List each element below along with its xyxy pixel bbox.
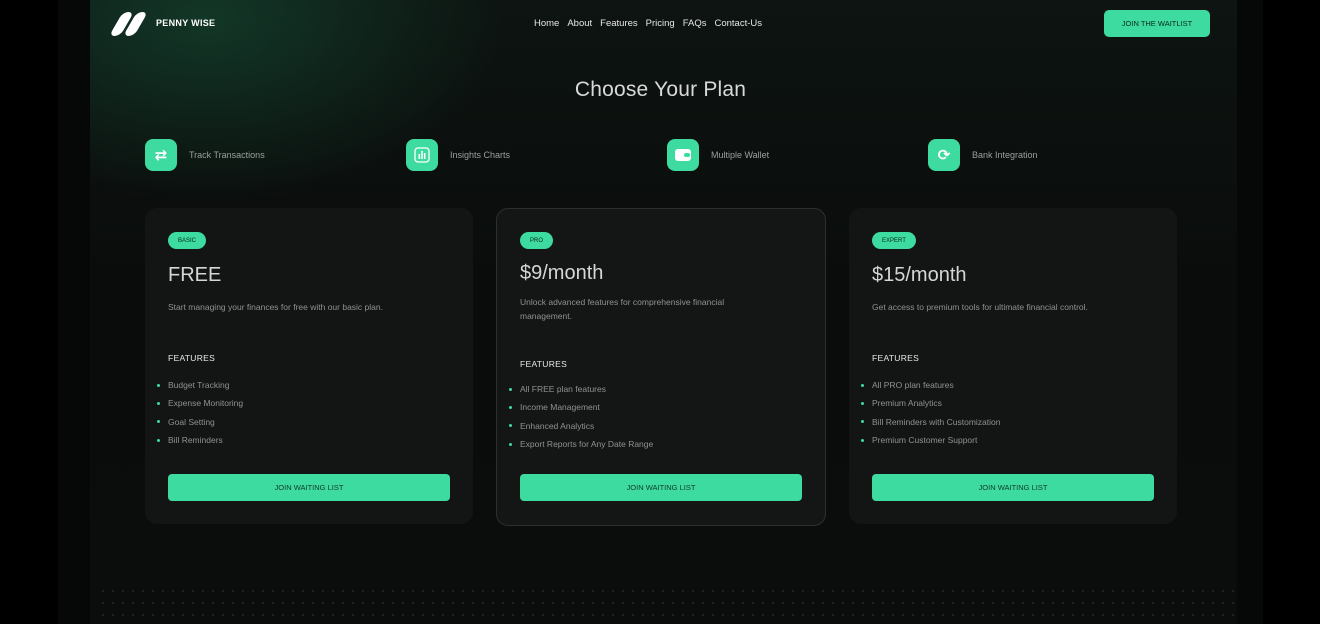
join-waiting-list-button[interactable]: JOIN WAITING LIST [168, 474, 450, 501]
feature-label: Bank Integration [972, 150, 1038, 160]
list-item: Export Reports for Any Date Range [509, 435, 653, 453]
features-heading: FEATURES [520, 359, 568, 369]
plan-price: FREE [168, 264, 222, 286]
wallet-icon [667, 139, 699, 171]
features-heading: FEATURES [168, 353, 216, 363]
plan-card-expert: EXPERT $15/month Get access to premium t… [849, 208, 1177, 524]
plan-badge: EXPERT [872, 232, 916, 249]
page-title: Choose Your Plan [574, 78, 747, 101]
feature-list: All PRO plan features Premium Analytics … [861, 376, 1001, 449]
list-item: Goal Setting [157, 413, 243, 431]
list-item: Enhanced Analytics [509, 417, 653, 435]
join-waiting-list-button[interactable]: JOIN WAITING LIST [872, 474, 1154, 501]
list-item: Expense Monitoring [157, 394, 243, 412]
join-waitlist-button[interactable]: JOIN THE WAITLIST [1104, 10, 1210, 37]
list-item: Income Management [509, 398, 653, 416]
list-item: Bill Reminders [157, 431, 243, 449]
list-item: All PRO plan features [861, 376, 1001, 394]
plan-description: Get access to premium tools for ultimate… [872, 302, 1088, 312]
list-item: Budget Tracking [157, 376, 243, 394]
features-heading: FEATURES [872, 353, 920, 363]
list-item: Premium Customer Support [861, 431, 1001, 449]
plan-price: $9/month [520, 262, 604, 284]
feature-multiple-wallet: Multiple Wallet [667, 139, 769, 171]
join-waiting-list-button[interactable]: JOIN WAITING LIST [520, 474, 802, 501]
nav-about[interactable]: About [567, 18, 592, 29]
feature-track-transactions: ⇄ Track Transactions [145, 139, 265, 171]
feature-list: Budget Tracking Expense Monitoring Goal … [157, 376, 243, 449]
top-nav: Home About Features Pricing FAQs Contact… [534, 18, 762, 29]
dot-pattern [98, 585, 1238, 621]
plan-badge: BASIC [168, 232, 207, 249]
nav-contact-us[interactable]: Contact-Us [714, 18, 762, 29]
plan-card-pro: PRO $9/month Unlock advanced features fo… [496, 208, 826, 526]
nav-faqs[interactable]: FAQs [683, 18, 707, 29]
plan-price: $15/month [872, 264, 967, 286]
feature-bank-integration: ⟳ Bank Integration [928, 139, 1038, 171]
feature-insights-charts: Insights Charts [406, 139, 510, 171]
bar-chart-icon [406, 139, 438, 171]
feature-list: All FREE plan features Income Management… [509, 380, 653, 453]
plan-description: Unlock advanced features for comprehensi… [520, 297, 725, 321]
list-item: Premium Analytics [861, 394, 1001, 412]
plan-badge: PRO [520, 232, 554, 249]
page-frame: PENNY WISE Home About Features Pricing F… [58, 0, 1263, 624]
logo-mark-icon [109, 12, 148, 36]
refresh-icon: ⟳ [928, 139, 960, 171]
nav-pricing[interactable]: Pricing [646, 18, 675, 29]
feature-label: Multiple Wallet [711, 150, 770, 160]
nav-home[interactable]: Home [534, 18, 559, 29]
list-item: Bill Reminders with Customization [861, 413, 1001, 431]
feature-label: Track Transactions [189, 150, 265, 160]
arrows-exchange-icon: ⇄ [145, 139, 177, 171]
feature-label: Insights Charts [450, 150, 511, 160]
plan-description: Start managing your finances for free wi… [168, 302, 383, 312]
nav-features[interactable]: Features [600, 18, 638, 29]
brand-name: PENNY WISE [156, 18, 216, 28]
brand-logo[interactable]: PENNY WISE [109, 12, 216, 36]
plan-card-basic: BASIC FREE Start managing your finances … [145, 208, 473, 524]
list-item: All FREE plan features [509, 380, 653, 398]
